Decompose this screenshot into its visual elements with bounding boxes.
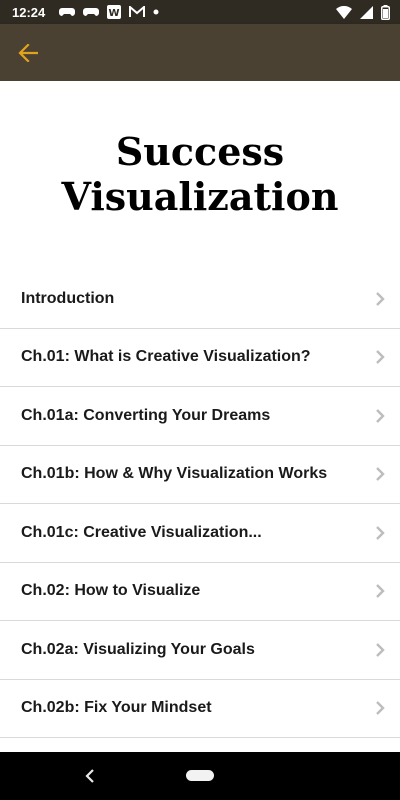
game-controller-icon (59, 8, 76, 16)
chapter-item-ch02a[interactable]: Ch.02a: Visualizing Your Goals (0, 621, 400, 680)
chapter-label: Ch.01b: How & Why Visualization Works (21, 465, 328, 483)
chapter-label: Ch.02: How to Visualize (21, 582, 201, 600)
chapter-item-ch01b[interactable]: Ch.01b: How & Why Visualization Works (0, 446, 400, 504)
chevron-right-icon (376, 408, 385, 423)
main-content: Success Visualization Introduction Ch.01… (0, 81, 400, 752)
app-bar (0, 24, 400, 81)
wifi-icon (336, 5, 352, 19)
w-app-icon: W (107, 5, 122, 19)
dot-icon (153, 9, 159, 15)
nav-home-pill[interactable] (186, 770, 214, 781)
chapter-label: Ch.02a: Visualizing Your Goals (21, 640, 255, 658)
chevron-right-icon (376, 701, 385, 716)
game-controller-icon (83, 8, 100, 16)
system-nav-bar (0, 752, 400, 800)
nav-back-icon[interactable] (82, 766, 98, 786)
battery-icon (381, 4, 390, 20)
chapter-label: Ch.01: What is Creative Visualization? (21, 348, 311, 366)
status-bar: 12:24 W (0, 0, 400, 24)
chapter-item-introduction[interactable]: Introduction (0, 270, 400, 329)
chapter-item-ch01c[interactable]: Ch.01c: Creative Visualization... (0, 504, 400, 563)
arrow-left-icon (18, 43, 38, 62)
chevron-right-icon (376, 642, 385, 657)
chapter-label: Ch.01c: Creative Visualization... (21, 523, 262, 541)
chevron-right-icon (376, 584, 385, 599)
page-title: Success Visualization (0, 129, 400, 219)
chapter-item-ch01a[interactable]: Ch.01a: Converting Your Dreams (0, 387, 400, 446)
chapter-label: Introduction (21, 289, 115, 307)
system-icons (336, 4, 390, 20)
page-title-line1: Success (115, 129, 285, 174)
chevron-right-icon (376, 291, 385, 306)
notification-icons: W (59, 5, 159, 19)
chapter-item-ch01[interactable]: Ch.01: What is Creative Visualization? (0, 329, 400, 387)
chevron-right-icon (376, 525, 385, 540)
svg-text:W: W (109, 8, 120, 19)
signal-icon (360, 5, 373, 19)
back-button[interactable] (16, 41, 40, 65)
chapter-item-ch02b[interactable]: Ch.02b: Fix Your Mindset (0, 680, 400, 738)
chapter-label: Ch.02b: Fix Your Mindset (21, 699, 212, 717)
page-title-line2: Visualization (61, 174, 339, 219)
status-time: 12:24 (12, 4, 46, 20)
chapter-item-ch02[interactable]: Ch.02: How to Visualize (0, 563, 400, 621)
chevron-right-icon (376, 350, 385, 365)
chapter-label: Ch.01a: Converting Your Dreams (21, 406, 271, 424)
chevron-right-icon (376, 467, 385, 482)
chapter-list: Introduction Ch.01: What is Creative Vis… (0, 270, 400, 738)
gmail-icon (129, 6, 146, 17)
